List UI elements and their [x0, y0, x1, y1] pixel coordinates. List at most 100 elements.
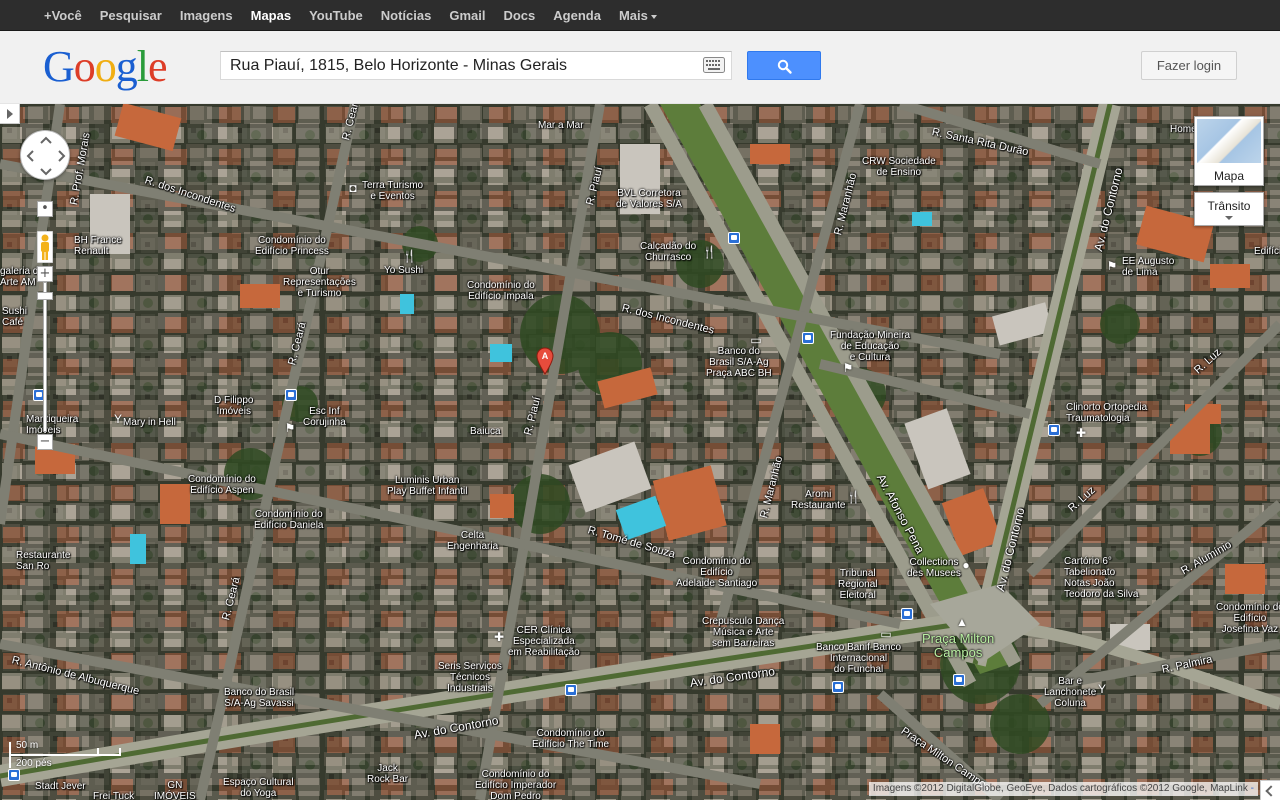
place-label: Fundação Mineira de Educação e Cultura: [830, 330, 911, 363]
hospital-icon[interactable]: ✚: [1075, 427, 1087, 439]
location-marker[interactable]: A: [536, 347, 554, 375]
monument-icon[interactable]: ▲: [956, 616, 968, 628]
place-label: Frei Tuck: [93, 791, 135, 800]
zoom-out-button[interactable]: −: [37, 434, 53, 450]
place-label: Aromi Restaurante: [791, 489, 846, 511]
place-label: Condomínio do Edifício Impala: [467, 280, 535, 302]
place-label: EE Augusto de Lima: [1122, 256, 1175, 278]
overview-map-toggle[interactable]: [1260, 780, 1280, 800]
keyboard-icon[interactable]: [703, 57, 725, 73]
place-label: Mar a Mar: [538, 120, 584, 131]
nav-gmail[interactable]: Gmail: [440, 0, 494, 31]
nav-mapas[interactable]: Mapas: [242, 0, 300, 31]
place-label: Condomínio do Edifício Aspen: [188, 474, 256, 496]
place-label: Jack Rock Bar: [367, 763, 409, 785]
place-label: Yo Sushi: [384, 265, 424, 276]
chevron-down-icon: [650, 14, 657, 19]
bus-stop-icon[interactable]: [728, 232, 740, 244]
search-header: Google Fazer login: [0, 31, 1280, 104]
search-input[interactable]: [221, 52, 691, 79]
google-nav: +Você Pesquisar Imagens Mapas YouTube No…: [35, 0, 666, 31]
place-label: Baiuca: [470, 426, 501, 437]
place-label: Celta Engenharia: [447, 530, 499, 552]
school-icon[interactable]: ⚑: [1106, 260, 1118, 272]
nav-noticias[interactable]: Notícias: [372, 0, 441, 31]
search-icon: [777, 59, 792, 74]
nav-mais[interactable]: Mais: [610, 0, 666, 31]
map-type-label: Mapa: [1213, 169, 1245, 183]
place-label: Condomínio do Edifício Adelaide Santiago: [676, 556, 758, 589]
zoom-in-button[interactable]: +: [37, 266, 53, 282]
museum-icon[interactable]: ●: [960, 559, 972, 571]
school-icon[interactable]: ⚑: [284, 422, 296, 434]
praca-milton-campos-label: Praça Milton Campos: [922, 631, 995, 660]
bar-icon[interactable]: Y: [112, 413, 124, 425]
bank-icon[interactable]: ▭: [750, 334, 762, 346]
satellite-map[interactable]: A R. dos Incondentes R. dos Incondentes …: [0, 104, 1280, 800]
login-button[interactable]: Fazer login: [1141, 51, 1237, 80]
place-label: Calçadão do Churrasco: [640, 241, 697, 263]
nav-voce[interactable]: +Você: [35, 0, 91, 31]
nav-agenda[interactable]: Agenda: [544, 0, 610, 31]
zoom-slider[interactable]: [43, 282, 47, 432]
place-label: Banco do Brasil S/A-Ag Praça ABC BH: [706, 346, 772, 379]
scale-bar: 50 m 200 pés: [8, 740, 122, 770]
place-label: Condomínio do Edifício Princess: [255, 235, 329, 257]
bus-stop-icon[interactable]: [953, 674, 965, 686]
panel-toggle-button[interactable]: [0, 104, 20, 124]
place-label: CRW Sociedade de Ensino: [862, 156, 936, 178]
bus-stop-icon[interactable]: [8, 769, 20, 781]
place-label: Condomínio do Edifício Daniela: [254, 509, 324, 531]
bus-stop-icon[interactable]: [901, 608, 913, 620]
bus-stop-icon[interactable]: [285, 389, 297, 401]
bus-stop-icon[interactable]: [1048, 424, 1060, 436]
google-top-bar: +Você Pesquisar Imagens Mapas YouTube No…: [0, 0, 1280, 31]
nav-docs[interactable]: Docs: [494, 0, 544, 31]
restaurant-icon[interactable]: 🍴: [402, 250, 417, 262]
place-label: Banco do Brasil S/A-Ag Savassi: [224, 687, 295, 709]
bank-icon[interactable]: ▭: [880, 628, 892, 640]
pegman-icon[interactable]: [36, 230, 54, 264]
place-label: BVL Corretora de Valores S/A: [616, 188, 682, 210]
place-label: Condomínio do Edifício Imperador Dom Pedro: [475, 769, 557, 800]
place-label: D Filippo Imóveis: [214, 395, 254, 417]
scale-metric: 50 m: [16, 740, 39, 751]
svg-text:A: A: [542, 351, 549, 361]
place-label: Bar e Lanchonete Coluna: [1044, 676, 1097, 709]
nav-youtube[interactable]: YouTube: [300, 0, 372, 31]
location-reset-button[interactable]: •: [37, 201, 53, 217]
map-attribution: Imagens ©2012 DigitalGlobe, GeoEye, Dado…: [868, 782, 1258, 796]
map-type-toggle[interactable]: Mapa: [1194, 116, 1264, 186]
traffic-label: Trânsito: [1207, 199, 1251, 213]
place-label: Espaço Cultural do Yoga: [223, 777, 294, 799]
chevron-down-icon: [1225, 216, 1233, 220]
place-label: Edifício: [1254, 246, 1280, 257]
attribution-link[interactable]: -: [1251, 783, 1254, 794]
restaurant-icon[interactable]: 🍴: [846, 491, 861, 503]
place-label: Mary in Hell: [123, 417, 176, 428]
place-label: Condomínio do Edifício The Time: [532, 728, 610, 750]
zoom-slider-handle[interactable]: [37, 292, 53, 300]
nav-imagens[interactable]: Imagens: [171, 0, 242, 31]
bar-icon[interactable]: Y: [1096, 683, 1108, 695]
bus-stop-icon[interactable]: [832, 681, 844, 693]
hospital-icon[interactable]: ✚: [493, 631, 505, 643]
search-box: [220, 51, 732, 80]
nav-pesquisar[interactable]: Pesquisar: [91, 0, 171, 31]
attribution-text: Imagens ©2012 DigitalGlobe, GeoEye, Dado…: [872, 783, 1248, 794]
nav-mais-label: Mais: [618, 8, 648, 23]
restaurant-icon[interactable]: 🍴: [702, 246, 717, 258]
place-label: Home: [1170, 124, 1197, 135]
place-label: Banco Banif Banco Internacional do Funchal: [816, 642, 902, 675]
scale-imperial: 200 pés: [16, 758, 52, 769]
bus-stop-icon[interactable]: [802, 332, 814, 344]
traffic-toggle[interactable]: Trânsito: [1194, 192, 1264, 226]
pan-control[interactable]: [20, 130, 70, 180]
place-label: Luminis Urban Play Buffet Infantil: [387, 475, 468, 497]
shopping-icon[interactable]: ◘: [347, 182, 359, 194]
google-logo[interactable]: Google: [43, 45, 168, 89]
school-icon[interactable]: ⚑: [842, 362, 854, 374]
bus-stop-icon[interactable]: [565, 684, 577, 696]
search-button[interactable]: [747, 51, 821, 80]
place-label: MantiqueiraImóveis: [26, 414, 79, 436]
